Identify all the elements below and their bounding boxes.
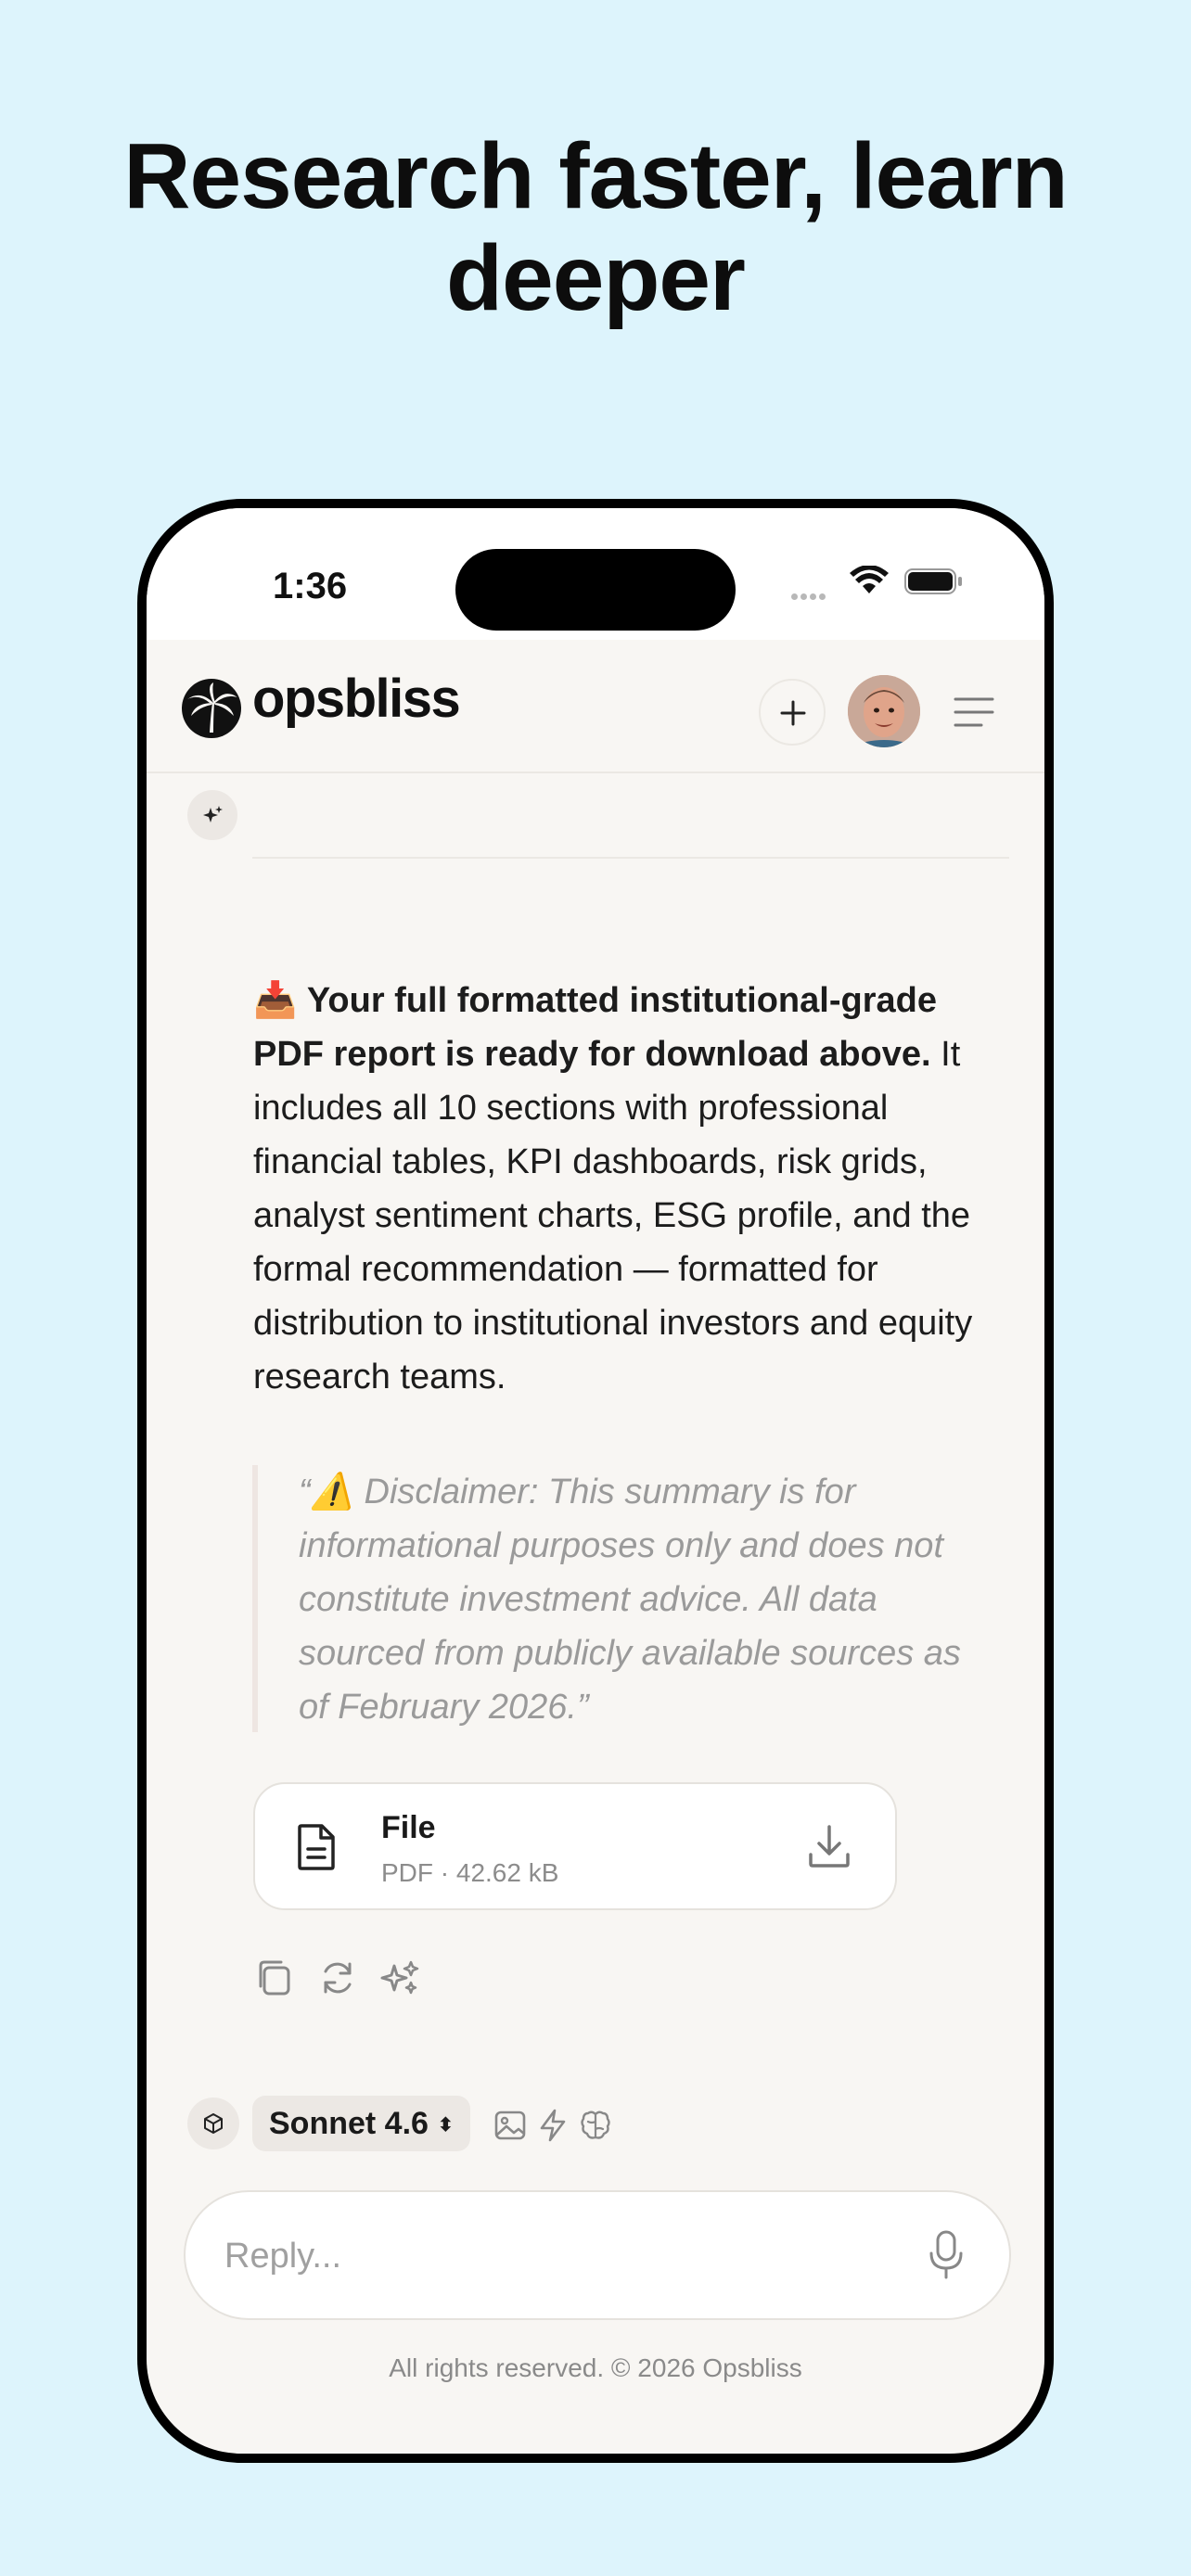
inbox-emoji: 📥 — [253, 981, 298, 1020]
palm-logo-icon — [182, 679, 241, 738]
file-name: File — [381, 1810, 436, 1845]
phone-screen: 1:36 opsbliss 📥 Your full formatted inst… — [147, 508, 1044, 2454]
assistant-avatar — [187, 790, 237, 840]
document-icon — [298, 1824, 335, 1870]
model-name: Sonnet 4.6 — [269, 2106, 429, 2141]
cube-icon — [204, 2113, 223, 2134]
signal-icon — [791, 588, 828, 605]
retry-icon[interactable] — [318, 1958, 357, 1997]
new-chat-button[interactable] — [759, 679, 826, 746]
file-meta: PDF · 42.62 kB — [381, 1858, 559, 1887]
battery-icon — [904, 568, 962, 594]
status-time: 1:36 — [273, 566, 348, 606]
updown-caret-icon: ⬍ — [437, 2115, 454, 2136]
copy-icon[interactable] — [255, 1958, 294, 1997]
assistant-message: 📥 Your full formatted institutional-grad… — [253, 974, 995, 1404]
brain-icon[interactable] — [579, 2109, 612, 2142]
divider — [252, 857, 1009, 859]
phone-frame: 1:36 opsbliss 📥 Your full formatted inst… — [137, 499, 1054, 2463]
message-bold: Your full formatted institutional-grade … — [253, 981, 937, 1074]
model-row: Sonnet 4.6 ⬍ — [187, 2096, 1022, 2151]
reply-box — [184, 2190, 1011, 2320]
plus-icon — [780, 700, 806, 726]
model-selector[interactable]: Sonnet 4.6 ⬍ — [252, 2096, 470, 2151]
avatar-image — [848, 675, 920, 747]
logo-text: opsbliss — [252, 669, 461, 729]
sparkle-icon — [203, 806, 223, 823]
status-bar: 1:36 — [147, 508, 1044, 640]
wifi-icon — [850, 566, 889, 593]
mic-icon[interactable] — [928, 2229, 965, 2281]
message-body: It includes all 10 sections with profess… — [253, 1035, 973, 1396]
headline: Research faster, learn deeper — [123, 124, 1069, 330]
sparkles-icon[interactable] — [379, 1958, 420, 1997]
download-icon[interactable] — [806, 1823, 852, 1869]
file-attachment[interactable]: File PDF · 42.62 kB — [253, 1782, 897, 1910]
avatar[interactable] — [848, 675, 920, 747]
image-icon[interactable] — [493, 2109, 527, 2142]
disclaimer-quote: “⚠️ Disclaimer: This summary is for info… — [252, 1465, 994, 1732]
footer-text: All rights reserved. © 2026 Opsbliss — [389, 2353, 802, 2382]
menu-icon[interactable] — [954, 695, 994, 729]
agent-badge[interactable] — [187, 2098, 239, 2149]
reply-input[interactable] — [223, 2192, 876, 2320]
bolt-icon[interactable] — [538, 2109, 568, 2142]
dynamic-island — [455, 549, 736, 631]
app-header: opsbliss — [147, 640, 1044, 773]
